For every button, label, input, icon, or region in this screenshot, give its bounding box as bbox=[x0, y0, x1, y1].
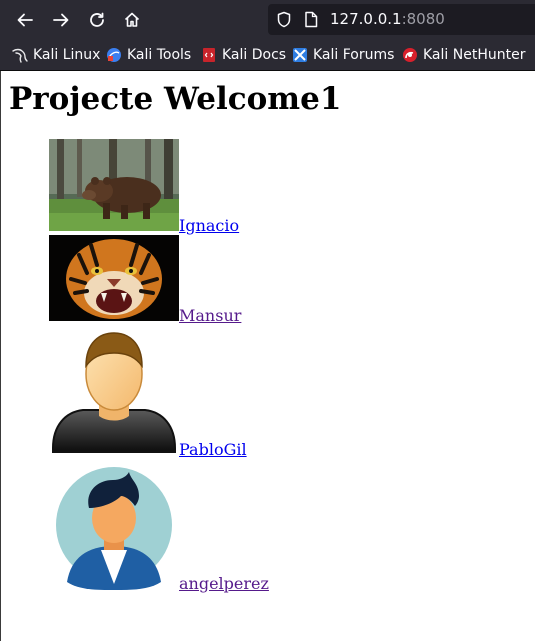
bookmark-kali-forums[interactable]: Kali Forums bbox=[292, 46, 394, 64]
bookmark-kali-tools[interactable]: Kali Tools bbox=[106, 46, 191, 64]
kali-forums-icon bbox=[293, 48, 307, 62]
forward-button[interactable] bbox=[49, 8, 73, 32]
page-icon[interactable] bbox=[304, 11, 318, 28]
home-button[interactable] bbox=[120, 8, 144, 32]
user-link-ignacio[interactable]: Ignacio bbox=[179, 216, 239, 235]
browser-toolbar: 127.0.0.1:8080 bbox=[0, 0, 535, 40]
bookmark-kali-docs[interactable]: Kali Docs bbox=[201, 46, 286, 64]
male-avatar-illustration[interactable] bbox=[49, 330, 179, 454]
arrow-left-icon bbox=[17, 13, 33, 27]
url-host: 127.0.0.1 bbox=[330, 10, 402, 28]
url-text[interactable]: 127.0.0.1:8080 bbox=[330, 10, 445, 29]
bookmarks-toolbar: Kali Linux Kali Tools Kali Docs Kali For… bbox=[0, 40, 535, 71]
kali-docs-icon bbox=[203, 48, 215, 62]
brown-bear-photo[interactable] bbox=[49, 139, 179, 231]
user-link-angelperez[interactable]: angelperez bbox=[179, 574, 269, 593]
back-button[interactable] bbox=[13, 8, 37, 32]
bookmark-label: Kali Docs bbox=[222, 47, 287, 63]
bookmark-label: Kali Tools bbox=[127, 47, 192, 63]
round-avatar-illustration[interactable] bbox=[49, 464, 179, 590]
bookmark-label: Kali Linux bbox=[33, 47, 101, 63]
home-icon bbox=[124, 12, 140, 27]
reload-button[interactable] bbox=[85, 8, 109, 32]
shield-icon[interactable] bbox=[276, 11, 292, 28]
bookmark-label: Kali NetHunter bbox=[423, 47, 526, 63]
user-link-pablogil[interactable]: PabloGil bbox=[179, 440, 247, 459]
bookmark-kali-nethunter[interactable]: Kali NetHunter bbox=[402, 46, 525, 64]
url-port: :8080 bbox=[401, 10, 445, 28]
kali-tools-icon bbox=[107, 48, 121, 62]
window-edge bbox=[0, 71, 1, 641]
reload-icon bbox=[90, 12, 104, 27]
bookmark-kali-linux[interactable]: Kali Linux bbox=[12, 46, 100, 64]
url-bar[interactable]: 127.0.0.1:8080 bbox=[268, 4, 535, 35]
page-title: Projecte Welcome1 bbox=[9, 81, 342, 117]
arrow-right-icon bbox=[53, 13, 69, 27]
bookmark-label: Kali Forums bbox=[313, 47, 395, 63]
kali-dragon-icon bbox=[12, 48, 28, 63]
kali-nethunter-icon bbox=[403, 48, 417, 62]
tiger-photo[interactable] bbox=[49, 235, 179, 321]
user-link-mansur[interactable]: Mansur bbox=[179, 306, 241, 325]
